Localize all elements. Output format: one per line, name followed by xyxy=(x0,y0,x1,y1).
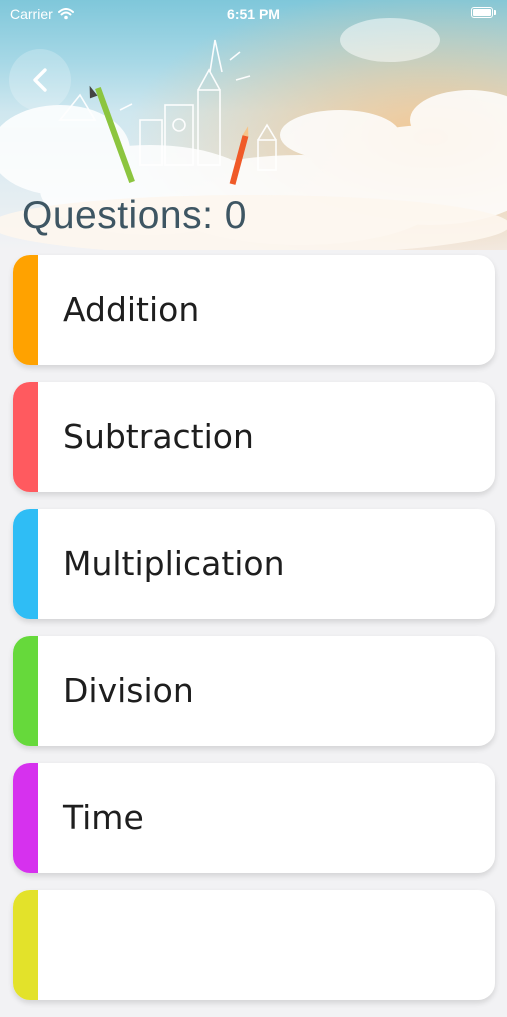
category-list: Addition Subtraction Multiplication Divi… xyxy=(13,255,495,1017)
category-card-addition[interactable]: Addition xyxy=(13,255,495,365)
status-bar: Carrier 6:51 PM xyxy=(0,0,507,30)
category-label: Time xyxy=(63,798,144,837)
status-time: 6:51 PM xyxy=(227,6,280,22)
card-accent-bar xyxy=(13,763,38,873)
category-label: Multiplication xyxy=(63,544,285,583)
category-label: Addition xyxy=(63,290,200,329)
card-accent-bar xyxy=(13,382,38,492)
battery-icon xyxy=(471,7,496,18)
category-card-time[interactable]: Time xyxy=(13,763,495,873)
back-button[interactable] xyxy=(9,49,71,111)
card-accent-bar xyxy=(13,509,38,619)
category-card-multiplication[interactable]: Multiplication xyxy=(13,509,495,619)
category-label: Division xyxy=(63,671,194,710)
card-accent-bar xyxy=(13,636,38,746)
chevron-left-icon xyxy=(33,68,47,92)
card-accent-bar xyxy=(13,255,38,365)
card-accent-bar xyxy=(13,890,38,1000)
category-card-division[interactable]: Division xyxy=(13,636,495,746)
category-card-subtraction[interactable]: Subtraction xyxy=(13,382,495,492)
category-card-partial[interactable] xyxy=(13,890,495,1000)
category-label: Subtraction xyxy=(63,417,254,456)
questions-count-title: Questions: 0 xyxy=(22,194,247,237)
